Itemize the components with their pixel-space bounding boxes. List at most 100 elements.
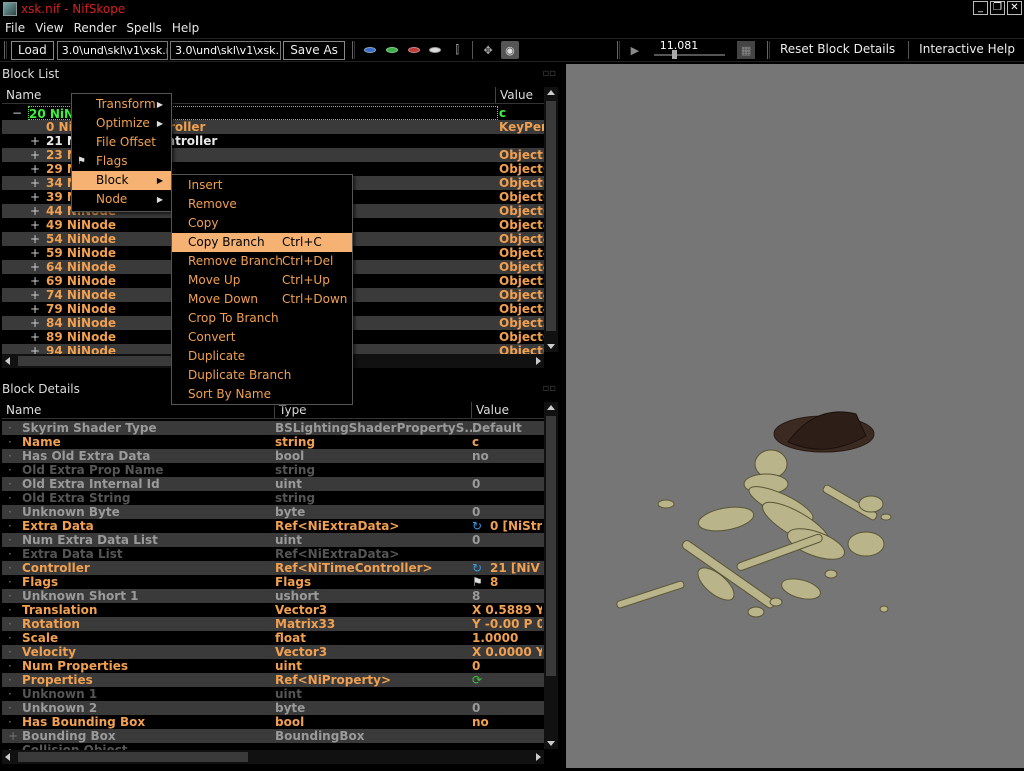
detail-value[interactable] [472,729,542,743]
submenu-item-duplicate[interactable]: Duplicate [172,347,352,366]
detail-row[interactable]: · Old Extra Prop Name string [2,463,544,477]
submenu-item-remove-branch[interactable]: Remove Branch Ctrl+Del [172,252,352,271]
menu-item-optimize[interactable]: Optimize ▶ [72,114,171,133]
scroll-thumb-2[interactable] [546,416,556,676]
detail-value[interactable]: 0 [472,701,542,715]
view-mode-icon[interactable]: ◉ [501,41,519,59]
tree-expander-icon[interactable]: + [28,302,42,316]
toolbar-grip-2[interactable] [351,41,355,59]
tree-expander-icon[interactable]: + [28,190,42,204]
tree-expander-icon[interactable]: + [28,162,42,176]
column-value[interactable]: Value [496,87,544,103]
detail-row[interactable]: · Velocity Vector3 X 0.0000 Y [2,645,544,659]
tree-expander-icon[interactable] [28,120,42,134]
submenu-item-move-up[interactable]: Move Up Ctrl+Up [172,271,352,290]
scroll-right-arrow-2[interactable] [536,753,541,761]
link-icon[interactable]: ↻ [472,561,490,575]
minimize-button[interactable]: _ [973,1,988,15]
submenu-item-remove[interactable]: Remove [172,195,352,214]
toolbar-grip[interactable] [4,41,7,59]
detail-value[interactable]: 0 [472,659,542,673]
tree-expander-icon[interactable]: + [28,204,42,218]
animation-time-slider[interactable]: 11.081 [650,39,729,59]
menu-item-transform[interactable]: Transform ▶ [72,95,171,114]
toolbar-grip-3[interactable] [616,41,620,59]
tree-expander-icon[interactable]: + [28,148,42,162]
detail-row[interactable]: · Scale float 1.0000 [2,631,544,645]
view-green-eye-icon[interactable] [383,41,401,59]
submenu-item-convert[interactable]: Convert [172,328,352,347]
column-value-2[interactable]: Value [472,402,544,418]
detail-row[interactable]: · Num Extra Data List uint 0 [2,533,544,547]
menu-item-flags[interactable]: ⚑ Flags [72,152,171,171]
float-icon-2[interactable]: ▫▫ [542,381,556,397]
tree-expander-icon[interactable]: + [28,288,42,302]
loop-icon[interactable]: ▦ [737,41,755,59]
submenu-item-insert[interactable]: Insert [172,176,352,195]
detail-row[interactable]: · Old Extra Internal Id uint 0 [2,477,544,491]
detail-value[interactable]: 1.0000 [472,631,542,645]
load-path-field[interactable]: 3.0\und\skl\v1\xsk.nif [56,40,168,60]
detail-value[interactable] [472,463,542,477]
detail-value[interactable]: Y -0.00 P 0 [472,617,542,631]
detail-row[interactable]: · Unknown Short 1 ushort 8 [2,589,544,603]
link-icon[interactable]: ↻ [472,519,490,533]
move-icon[interactable]: ✥ [479,41,497,59]
tree-branch-icon[interactable]: + [2,729,22,743]
load-button[interactable]: Load [10,40,54,60]
detail-row[interactable]: · Extra Data List Ref<NiExtraData> [2,547,544,561]
submenu-item-sort-by-name[interactable]: Sort By Name [172,385,352,404]
submenu-item-crop-to-branch[interactable]: Crop To Branch [172,309,352,328]
scroll-up-arrow-2[interactable] [547,405,555,410]
view-blue-eye-icon[interactable] [361,41,379,59]
detail-value[interactable]: 0 [472,533,542,547]
detail-row[interactable]: · Extra Data Ref<NiExtraData> ↻ 0 [NiStr [2,519,544,533]
detail-value[interactable]: ↻ 21 [NiV [472,561,542,575]
view-red-eye-icon[interactable] [405,41,423,59]
scroll-left-arrow[interactable] [5,357,10,365]
block-details-vscroll[interactable] [544,402,558,749]
scroll-down-arrow-2[interactable] [547,741,555,746]
detail-value[interactable]: 0 [472,505,542,519]
scroll-left-arrow-2[interactable] [5,753,10,761]
toolbar-grip-4[interactable] [766,41,770,59]
tree-expander-icon[interactable]: + [28,218,42,232]
reset-block-details-button[interactable]: Reset Block Details [774,41,901,60]
tree-expander-icon[interactable]: + [28,246,42,260]
detail-row[interactable]: · Translation Vector3 X 0.5889 Y [2,603,544,617]
detail-value[interactable] [472,547,542,561]
detail-row[interactable]: · Has Bounding Box bool no [2,715,544,729]
menu-render[interactable]: Render [69,21,122,35]
detail-row[interactable]: + Bounding Box BoundingBox [2,729,544,743]
detail-value[interactable]: 0 [472,477,542,491]
scroll-up-arrow[interactable] [547,90,555,95]
detail-value[interactable]: ⚑ 8 [472,575,542,589]
scroll-thumb[interactable] [546,101,556,331]
detail-value[interactable]: c [472,435,542,449]
menu-item-node[interactable]: Node ▶ [72,190,171,209]
submenu-item-move-down[interactable]: Move Down Ctrl+Down [172,290,352,309]
detail-row[interactable]: · Rotation Matrix33 Y -0.00 P 0 [2,617,544,631]
tree-expander-icon[interactable]: + [28,274,42,288]
detail-row[interactable]: · Has Old Extra Data bool no [2,449,544,463]
detail-row[interactable]: · Properties Ref<NiProperty> ⟳ [2,673,544,687]
tree-expander-icon[interactable]: + [28,134,42,148]
slider-knob[interactable] [671,50,677,59]
detail-value[interactable]: ⟳ [472,673,542,687]
detail-row[interactable]: · Flags Flags ⚑ 8 [2,575,544,589]
detail-row[interactable]: · Unknown 1 uint [2,687,544,701]
close-button[interactable]: ✕ [1007,1,1022,15]
submenu-item-copy[interactable]: Copy [172,214,352,233]
detail-row[interactable]: · Unknown 2 byte 0 [2,701,544,715]
save-as-button[interactable]: Save As [283,40,345,60]
submenu-item-copy-branch[interactable]: Copy Branch Ctrl+C [172,233,352,252]
walk-mode-icon[interactable]: ⫿ [448,41,466,59]
menu-help[interactable]: Help [167,21,204,35]
menu-view[interactable]: View [30,21,68,35]
flag-icon[interactable]: ⚑ [472,575,490,589]
block-list-vscroll[interactable] [544,87,558,352]
detail-value[interactable]: 8 [472,589,542,603]
detail-value[interactable]: ↻ 0 [NiStr [472,519,542,533]
maximize-button[interactable]: ❐ [990,1,1005,15]
refresh-icon[interactable]: ⟳ [472,673,490,687]
